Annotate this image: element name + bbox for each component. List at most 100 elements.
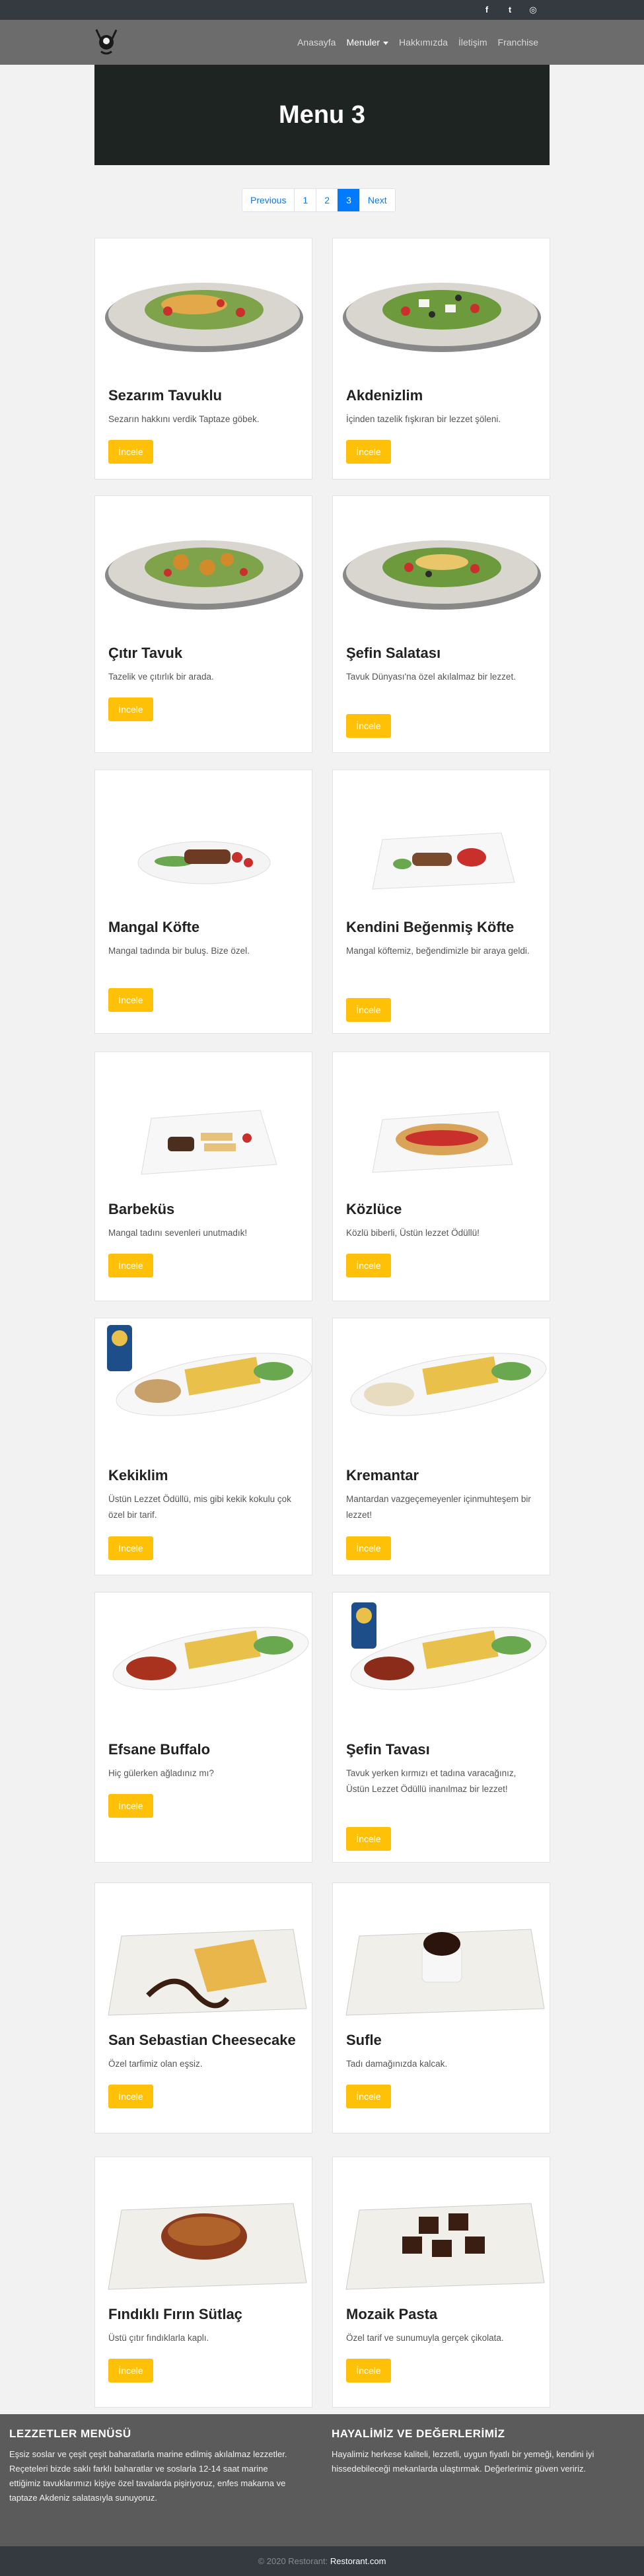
incele-button[interactable]: İncele	[346, 1536, 391, 1560]
incele-button[interactable]: İncele	[108, 1254, 153, 1277]
menu-item-title: Mangal Köfte	[108, 919, 200, 935]
menu-item-description: Üstün Lezzet Ödüllü, mis gibi kekik koku…	[108, 1494, 291, 1520]
incele-button[interactable]: İncele	[346, 440, 391, 464]
social-links: f t ◎	[482, 5, 538, 15]
restaurant-logo-icon[interactable]	[94, 28, 118, 55]
food-image-salad	[333, 496, 551, 635]
pagination: Previous 1 2 3 Next	[242, 188, 396, 212]
menu-item-description: Özel tarif ve sunumuyla gerçek çikolata.	[346, 2333, 504, 2343]
menu-card: Şefin Tavası Tavuk yerken kırmızı et tad…	[332, 1592, 550, 1863]
nav-item-franchise[interactable]: Franchise	[493, 36, 544, 49]
main-navbar: Anasayfa Menuler Hakkımızda İletişim Fra…	[0, 20, 644, 65]
footer-right-text: Hayalimiz herkese kaliteli, lezzetli, uy…	[332, 2449, 594, 2474]
menu-item-description: Tazelik ve çıtırlık bir arada.	[108, 672, 214, 682]
menu-item-description: Tavuk yerken kırmızı et tadına varacağın…	[346, 1768, 517, 1794]
menu-item-title: Kendini Beğenmiş Köfte	[346, 919, 515, 935]
facebook-icon[interactable]: f	[482, 5, 492, 15]
incele-button[interactable]: İncele	[346, 1254, 391, 1277]
menu-item-description: Özel tarfimiz olan eşsiz.	[108, 2059, 203, 2069]
nav-menu: Anasayfa Menuler Hakkımızda İletişim Fra…	[292, 36, 544, 49]
menu-card: Kekiklim Üstün Lezzet Ödüllü, mis gibi k…	[94, 1318, 312, 1575]
menu-item-description: Üstü çıtır fındıklarla kaplı.	[108, 2333, 209, 2343]
pagination-page-3[interactable]: 3	[338, 189, 359, 211]
incele-button[interactable]: İncele	[108, 1794, 153, 1818]
pagination-page-1[interactable]: 1	[294, 189, 316, 211]
nav-item-about[interactable]: Hakkımızda	[394, 36, 453, 49]
food-image-platter	[333, 1592, 551, 1731]
food-image-platter	[333, 1318, 551, 1457]
incele-button[interactable]: İncele	[108, 1536, 153, 1560]
food-image-sandwich	[333, 1065, 551, 1204]
menu-card: Mozaik Pasta Özel tarif ve sunumuyla ger…	[332, 2157, 550, 2408]
food-image-kofte	[95, 783, 313, 922]
menu-card: Çıtır Tavuk Tazelik ve çıtırlık bir arad…	[94, 495, 312, 753]
pagination-next[interactable]: Next	[359, 189, 395, 211]
copyright-text: © 2020 Restorant:	[258, 2556, 328, 2566]
footer-right-title: HAYALİMİZ VE DEĞERLERİMİZ	[332, 2427, 505, 2440]
menu-item-title: Şefin Tavası	[346, 1741, 430, 1758]
food-image-kofte	[333, 783, 551, 922]
incele-button[interactable]: İncele	[346, 714, 391, 738]
menu-item-title: Kremantar	[346, 1467, 419, 1484]
menu-item-title: Çıtır Tavuk	[108, 645, 183, 661]
menu-card: Efsane Buffalo Hiç gülerken ağladınız mı…	[94, 1592, 312, 1863]
menu-item-title: Kekiklim	[108, 1467, 168, 1484]
brand-link[interactable]: Restorant.com	[330, 2556, 386, 2566]
incele-button[interactable]: İncele	[346, 1827, 391, 1851]
menu-card: Sufle Tadı damağınızda kalcak. İncele	[332, 1882, 550, 2133]
menu-item-title: Közlüce	[346, 1201, 402, 1217]
menu-item-description: Mangal tadında bir buluş. Bize özel.	[108, 946, 250, 956]
menu-item-description: Sezarın hakkını verdik Taptaze göbek.	[108, 414, 260, 424]
chevron-down-icon	[383, 41, 389, 45]
incele-button[interactable]: İncele	[346, 998, 391, 1022]
footer-left-text: Eşsiz soslar ve çeşit çeşit baharatlarla…	[9, 2449, 287, 2503]
food-image-dessert	[95, 2157, 313, 2296]
food-image-platter	[95, 1318, 313, 1457]
pagination-previous[interactable]: Previous	[242, 189, 294, 211]
food-image-barbecue	[95, 1065, 313, 1204]
menu-item-title: Akdenizlim	[346, 387, 423, 404]
twitter-icon[interactable]: t	[505, 5, 515, 15]
nav-item-home[interactable]: Anasayfa	[292, 36, 341, 49]
menu-item-description: Mantardan vazgeçemeyenler içinmuhteşem b…	[346, 1494, 531, 1520]
menu-item-description: Tavuk Dünyası'na özel akılalmaz bir lezz…	[346, 672, 516, 682]
incele-button[interactable]: İncele	[346, 2359, 391, 2382]
menu-item-title: Şefin Salatası	[346, 645, 441, 661]
menu-card: Fındıklı Fırın Sütlaç Üstü çıtır fındıkl…	[94, 2157, 312, 2408]
top-bar: f t ◎	[0, 0, 644, 20]
site-footer: LEZZETLER MENÜSÜ Eşsiz soslar ve çeşit ç…	[0, 2414, 644, 2546]
page-title: Menu 3	[279, 100, 365, 129]
menu-card: Sezarım Tavuklu Sezarın hakkını verdik T…	[94, 238, 312, 480]
copyright-bar: © 2020 Restorant: Restorant.com	[0, 2546, 644, 2576]
incele-button[interactable]: İncele	[108, 698, 153, 721]
menu-card: Mangal Köfte Mangal tadında bir buluş. B…	[94, 769, 312, 1034]
incele-button[interactable]: İncele	[108, 440, 153, 464]
nav-item-menus[interactable]: Menuler	[341, 36, 394, 49]
instagram-icon[interactable]: ◎	[528, 5, 538, 15]
incele-button[interactable]: İncele	[346, 2085, 391, 2108]
nav-item-contact[interactable]: İletişim	[453, 36, 493, 49]
menu-item-description: İçinden tazelik fışkıran bir lezzet şöle…	[346, 414, 501, 424]
menu-item-title: Barbeküs	[108, 1201, 175, 1217]
pagination-page-2[interactable]: 2	[316, 189, 338, 211]
menu-card: Akdenizlim İçinden tazelik fışkıran bir …	[332, 238, 550, 480]
menu-item-description: Tadı damağınızda kalcak.	[346, 2059, 448, 2069]
page-hero: Menu 3	[94, 65, 550, 165]
menu-item-description: Mangal köftemiz, beğendimizle bir araya …	[346, 946, 530, 956]
food-image-dessert	[333, 1883, 551, 2022]
food-image-dessert	[95, 1883, 313, 2022]
incele-button[interactable]: İncele	[108, 2085, 153, 2108]
food-image-salad	[333, 238, 551, 377]
menu-item-title: Efsane Buffalo	[108, 1741, 211, 1758]
menu-item-title: San Sebastian Cheesecake	[108, 2032, 296, 2048]
menu-item-description: Mangal tadını sevenleri unutmadık!	[108, 1228, 248, 1238]
menu-card: Kendini Beğenmiş Köfte Mangal köftemiz, …	[332, 769, 550, 1034]
incele-button[interactable]: İncele	[108, 2359, 153, 2382]
footer-left-title: LEZZETLER MENÜSÜ	[9, 2427, 131, 2440]
menu-card: Barbeküs Mangal tadını sevenleri unutmad…	[94, 1052, 312, 1301]
nav-item-menus-label: Menuler	[346, 37, 380, 48]
menu-item-description: Hiç gülerken ağladınız mı?	[108, 1768, 214, 1778]
food-image-dessert	[333, 2157, 551, 2296]
incele-button[interactable]: İncele	[108, 988, 153, 1012]
menu-card: Kremantar Mantardan vazgeçemeyenler için…	[332, 1318, 550, 1575]
